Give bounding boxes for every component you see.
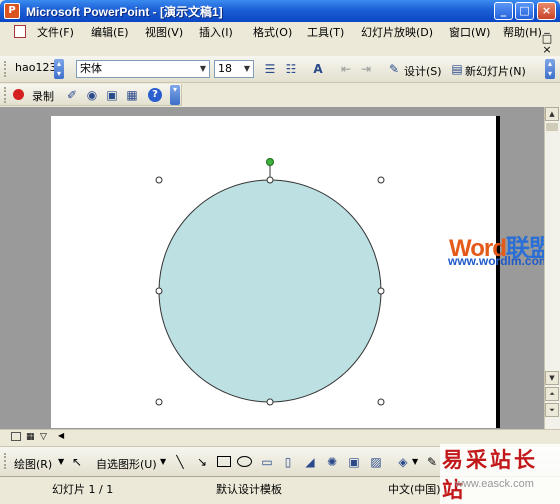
autoshapes-button[interactable]: 自选图形(U) [96, 456, 157, 472]
resize-handle-ne[interactable] [377, 176, 385, 184]
rectangle-icon[interactable] [217, 456, 231, 467]
line-icon[interactable]: ╲ [172, 454, 188, 470]
slide-sorter-icon[interactable]: ▦ [26, 432, 35, 442]
picture-icon[interactable]: ▨ [368, 454, 384, 470]
resize-handle-se[interactable] [377, 398, 385, 406]
diagram-icon[interactable]: ✺ [324, 454, 340, 470]
scroll-left-icon[interactable]: ◀ [58, 431, 64, 440]
chevron-down-icon: ▼ [160, 457, 167, 466]
fill-color-icon[interactable]: ◈ [395, 454, 411, 470]
next-slide-icon[interactable]: ⏷ [545, 403, 559, 417]
site-url: www.easck.com [455, 478, 534, 490]
chevron-down-icon: ▼ [58, 457, 65, 466]
resize-handle-s[interactable] [266, 398, 274, 406]
site-watermark: 易采站长站 [440, 444, 560, 504]
scroll-up-icon[interactable]: ▲ [545, 107, 559, 121]
template-name: 默认设计模板 [216, 483, 282, 496]
resize-handle-w[interactable] [155, 287, 163, 295]
rotate-handle[interactable] [266, 158, 274, 166]
clipart-icon[interactable]: ▣ [346, 454, 362, 470]
chevron-down-icon: ▼ [412, 457, 419, 466]
arrow-icon[interactable]: ↘ [194, 454, 210, 470]
resize-handle-nw[interactable] [155, 176, 163, 184]
scroll-thumb[interactable] [546, 123, 558, 131]
textbox-icon[interactable]: ▭ [259, 454, 275, 470]
vertical-scrollbar[interactable]: ▲ ▼ ⏶ ⏷ [544, 107, 560, 429]
scroll-down-icon[interactable]: ▼ [545, 371, 559, 385]
resize-handle-n[interactable] [266, 176, 274, 184]
wordart-icon[interactable]: ◢ [302, 454, 318, 470]
brand-url: www.wordlm.com [448, 254, 550, 268]
vertical-textbox-icon[interactable]: ▯ [280, 454, 296, 470]
slideshow-icon[interactable]: ▽ [40, 432, 47, 442]
language-indicator: 中文(中国) [388, 483, 441, 496]
oval-icon[interactable] [237, 456, 252, 467]
draw-menu-button[interactable]: 绘图(R) [14, 456, 52, 472]
resize-handle-sw[interactable] [155, 398, 163, 406]
slide-counter: 幻灯片 1 / 1 [52, 483, 114, 496]
line-color-icon[interactable]: ✎ [424, 454, 440, 470]
select-pointer-icon[interactable]: ↖ [69, 454, 85, 470]
toolbar-grip[interactable] [4, 453, 7, 469]
normal-view-icon[interactable] [11, 432, 21, 441]
previous-slide-icon[interactable]: ⏶ [545, 387, 559, 401]
resize-handle-e[interactable] [377, 287, 385, 295]
view-bar: ▦ ▽ ◀ [0, 429, 560, 445]
circle-shape[interactable] [158, 179, 382, 403]
